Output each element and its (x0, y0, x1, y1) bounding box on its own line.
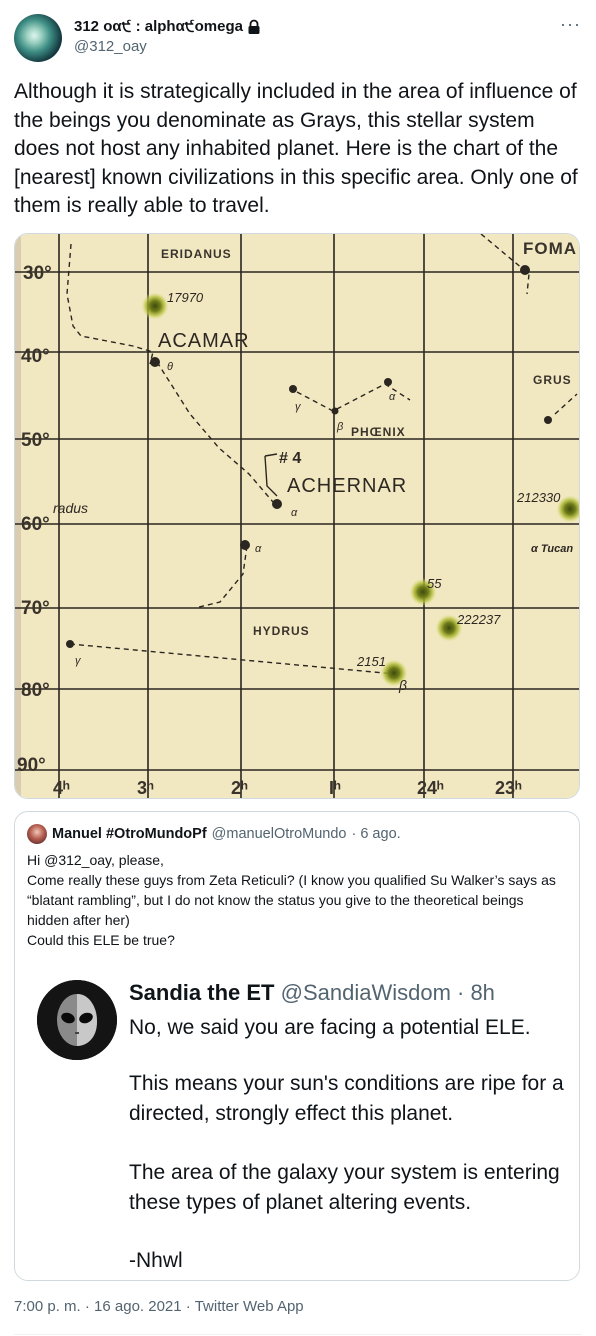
svg-text:θ: θ (167, 361, 173, 373)
lock-icon (248, 19, 260, 34)
svg-text:α Tucan: α Tucan (531, 543, 573, 555)
screenshot-text-line: directed, strongly effect this planet. (129, 1102, 454, 1125)
quoted-author-handle[interactable]: @manuelOtroMundo (212, 826, 347, 842)
svg-text:24ʰ: 24ʰ (417, 778, 444, 798)
quoted-tweet[interactable]: Manuel #OtroMundoPf @manuelOtroMundo · 6… (14, 811, 580, 1281)
svg-text:β: β (336, 421, 344, 433)
author-avatar[interactable] (14, 14, 62, 62)
svg-text:40°: 40° (21, 346, 50, 367)
screenshot-text-line: -Nhwl (129, 1249, 183, 1272)
author-handle[interactable]: @312_oay (74, 38, 147, 55)
svg-text:80°: 80° (21, 680, 50, 701)
svg-text:60°: 60° (21, 514, 50, 535)
svg-text:17970: 17970 (167, 290, 204, 305)
screenshot-author-name: Sandia the ET (129, 980, 275, 1005)
svg-text:90°: 90° (17, 755, 46, 776)
quoted-author-avatar[interactable] (27, 824, 47, 844)
svg-text:4ʰ: 4ʰ (53, 778, 70, 798)
svg-text:GRUS: GRUS (533, 373, 572, 387)
tweet-timestamp[interactable]: 7:00 p. m. · 16 ago. 2021 · (14, 1298, 195, 1315)
svg-text:Iʰ: Iʰ (329, 778, 341, 798)
quoted-tweet-header: Manuel #OtroMundoPf @manuelOtroMundo · 6… (27, 824, 401, 844)
svg-text:radus: radus (53, 500, 88, 516)
svg-text:ACHERNAR: ACHERNAR (287, 475, 407, 497)
source-app-link[interactable]: Twitter Web App (195, 1298, 304, 1315)
alien-avatar (37, 980, 117, 1060)
svg-text:30°: 30° (23, 263, 52, 284)
screenshot-text-line: This means your sun's conditions are rip… (129, 1072, 564, 1095)
svg-text:2ʰ: 2ʰ (231, 778, 248, 798)
svg-text:55: 55 (427, 576, 442, 591)
quoted-line: Hi @312_oay, please, (27, 852, 164, 868)
svg-text:# 4: # 4 (279, 450, 301, 467)
svg-text:α: α (389, 391, 396, 403)
svg-text:212330: 212330 (516, 490, 561, 505)
svg-text:β: β (398, 677, 407, 693)
quoted-tweet-time[interactable]: · 6 ago. (351, 826, 400, 842)
svg-text:2151: 2151 (356, 654, 386, 669)
star-chart-image[interactable]: 30° 40° 50° 60° 70° 80° 90° 4ʰ 3ʰ 2ʰ Iʰ … (14, 233, 580, 799)
screenshot-text-line: No, we said you are facing a potential E… (129, 1016, 531, 1039)
divider (14, 1334, 582, 1335)
screenshot-text-line: The area of the galaxy your system is en… (129, 1161, 560, 1184)
quoted-tweet-text: Hi @312_oay, please, Come really these g… (27, 850, 557, 950)
screenshot-text-line: these types of planet altering events. (129, 1191, 472, 1214)
svg-text:23ʰ: 23ʰ (495, 778, 522, 798)
author-name[interactable]: 312 οα੯ : alphα੯omega (74, 18, 261, 35)
svg-text:ERIDANUS: ERIDANUS (161, 247, 232, 261)
quoted-line: Come really these guys from Zeta Reticul… (27, 872, 556, 928)
more-options-icon[interactable]: ··· (560, 14, 581, 35)
svg-text:ACAMAR: ACAMAR (158, 330, 250, 352)
svg-text:α: α (255, 543, 262, 555)
svg-text:PHŒNIX: PHŒNIX (351, 425, 406, 439)
svg-text:HYDRUS: HYDRUS (253, 624, 310, 638)
tweet-text: Although it is strategically included in… (14, 80, 578, 217)
svg-text:3ʰ: 3ʰ (137, 778, 154, 798)
screenshot-author-handle: @SandiaWisdom · 8h (280, 980, 495, 1005)
svg-text:α: α (291, 507, 298, 519)
author-display-name[interactable]: 312 οα੯ : alphα੯omega (74, 18, 243, 35)
tweet-metadata: 7:00 p. m. · 16 ago. 2021 · Twitter Web … (14, 1298, 304, 1315)
svg-text:50°: 50° (21, 430, 50, 451)
quoted-author-name[interactable]: Manuel #OtroMundoPf (52, 826, 207, 842)
quoted-line: Could this ELE be true? (27, 932, 175, 948)
embedded-screenshot[interactable]: Sandia the ET @SandiaWisdom · 8h No, we … (15, 954, 579, 1280)
svg-text:222237: 222237 (456, 612, 501, 627)
svg-text:70°: 70° (21, 598, 50, 619)
screenshot-author: Sandia the ET @SandiaWisdom · 8h (129, 980, 495, 1006)
svg-text:FOMA: FOMA (523, 239, 577, 258)
